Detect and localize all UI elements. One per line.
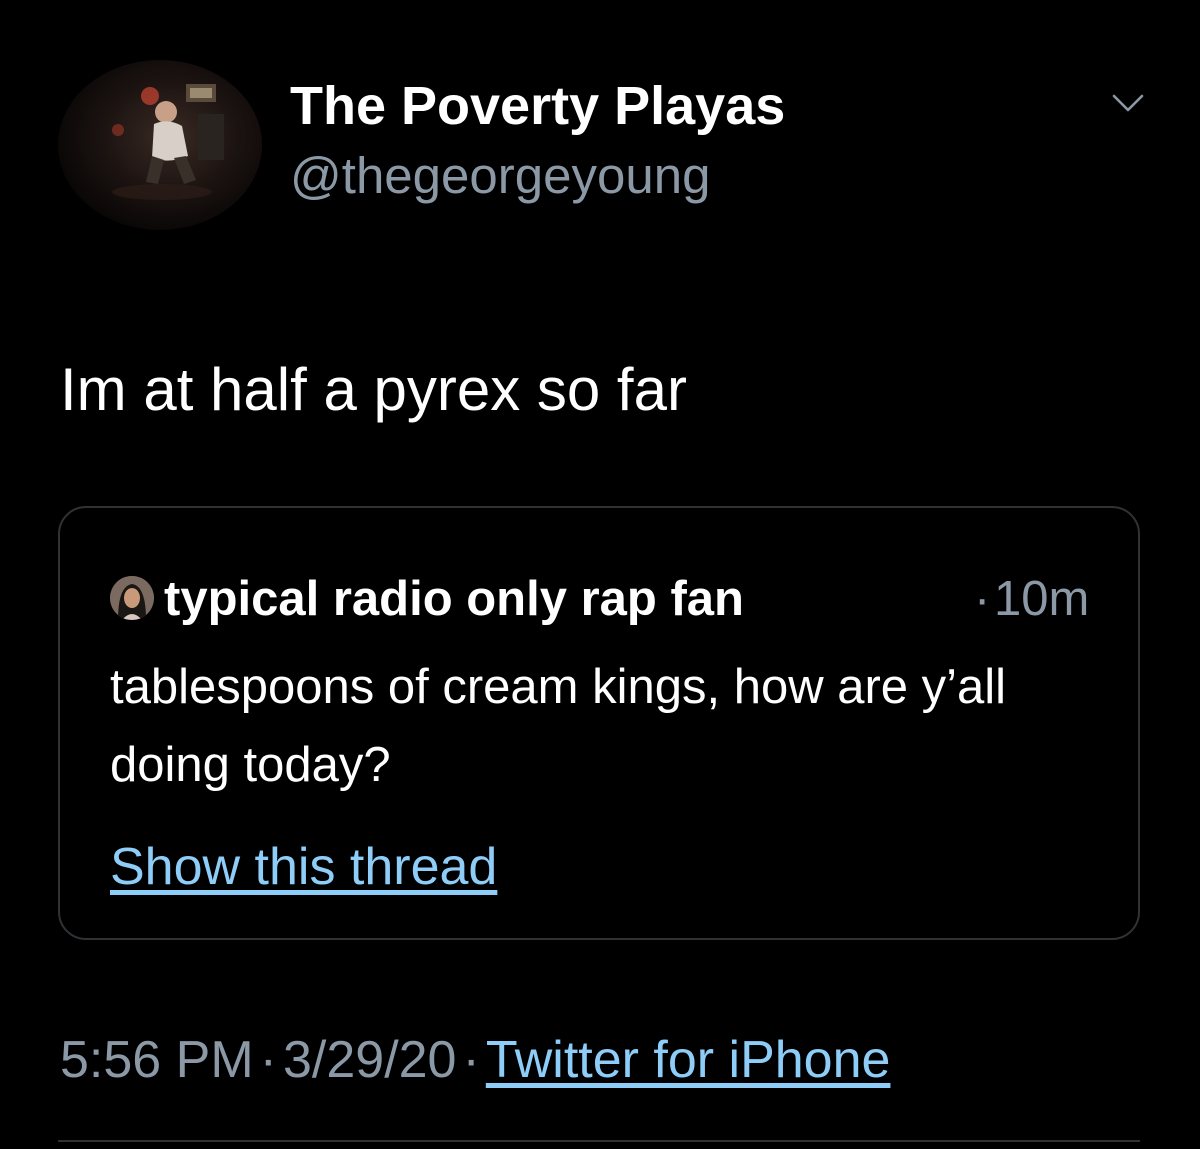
- user-photo-icon: [112, 84, 224, 200]
- quoted-tweet-text: tablespoons of cream kings, how are y’al…: [110, 660, 1007, 792]
- quoted-timestamp: 10m: [994, 572, 1090, 626]
- tweet-detail: The Poverty Playas @thegeorgeyoung Im at…: [0, 0, 1200, 1149]
- tweet-time: 5:56 PM: [60, 1031, 254, 1089]
- quoted-author-avatar: [110, 576, 154, 620]
- chevron-down-icon: [1112, 94, 1144, 112]
- tweet-date: 3/29/20: [282, 1031, 457, 1089]
- tweet-menu-button[interactable]: [1108, 86, 1148, 120]
- user-photo-icon: [110, 576, 154, 620]
- divider: [58, 1140, 1140, 1142]
- quoted-tweet-card[interactable]: typical radio only rap fan · 10m tablesp…: [58, 506, 1140, 940]
- quoted-separator: ·: [974, 572, 991, 626]
- author-handle[interactable]: @thegeorgeyoung: [290, 145, 710, 207]
- tweet-metadata: 5:56 PM · 3/29/20 · Twitter for iPhone: [60, 1028, 890, 1092]
- tweet-source-link[interactable]: Twitter for iPhone: [486, 1031, 891, 1089]
- quoted-author-name: typical radio only rap fan: [164, 572, 744, 626]
- meta-separator: ·: [259, 1031, 277, 1089]
- tweet-text: Im at half a pyrex so far: [60, 356, 687, 423]
- author-avatar[interactable]: [58, 60, 262, 230]
- meta-separator: ·: [462, 1031, 480, 1089]
- show-thread-link[interactable]: Show this thread: [110, 836, 497, 898]
- author-display-name[interactable]: The Poverty Playas: [290, 74, 785, 138]
